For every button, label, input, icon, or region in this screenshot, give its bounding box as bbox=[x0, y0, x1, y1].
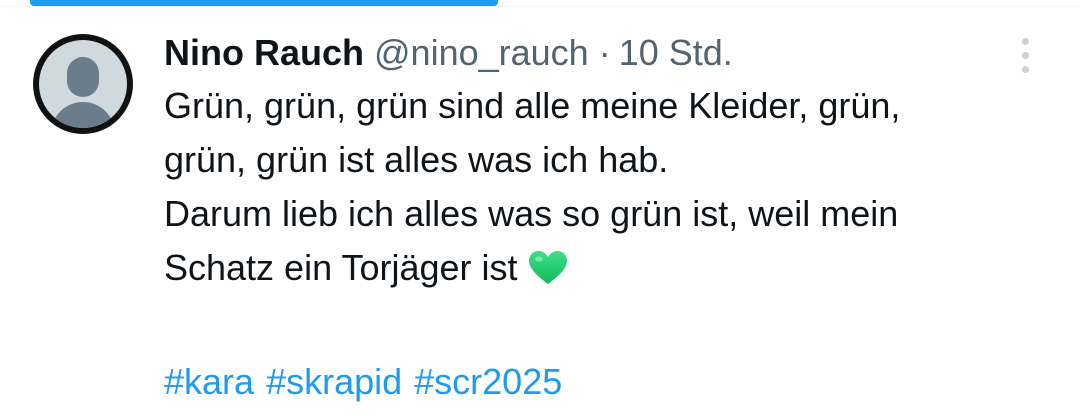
post-text-line: Schatz ein Torjäger ist bbox=[164, 247, 518, 288]
post-text: Grün, grün, grün sind alle meine Kleider… bbox=[164, 79, 1044, 301]
default-profile-icon bbox=[39, 40, 127, 128]
divider bbox=[0, 6, 1080, 7]
post-header: Nino Rauch @nino_rauch · 10 Std. bbox=[164, 28, 1044, 78]
post-time[interactable]: 10 Std. bbox=[619, 28, 733, 78]
green-heart-icon bbox=[528, 247, 568, 301]
avatar-body-shape bbox=[51, 102, 115, 128]
hashtag-link[interactable]: #skrapid bbox=[266, 361, 402, 402]
post-text-line: grün, grün ist alles was ich hab. bbox=[164, 139, 669, 180]
avatar-head-shape bbox=[67, 57, 99, 97]
hashtag-link[interactable]: #scr2025 bbox=[414, 361, 562, 402]
post-text-line-last: Schatz ein Torjäger ist bbox=[164, 241, 1044, 301]
author-display-name[interactable]: Nino Rauch bbox=[164, 28, 364, 78]
hashtag-link[interactable]: #kara bbox=[164, 361, 254, 402]
post-view: Nino Rauch @nino_rauch · 10 Std. Grün, g… bbox=[0, 0, 1080, 419]
hashtag-list: #kara #skrapid #scr2025 bbox=[164, 355, 1044, 409]
author-handle[interactable]: @nino_rauch bbox=[374, 28, 589, 78]
post-text-line: Grün, grün, grün sind alle meine Kleider… bbox=[164, 85, 901, 126]
avatar[interactable] bbox=[33, 34, 133, 134]
separator: · bbox=[598, 32, 611, 73]
post: Nino Rauch @nino_rauch · 10 Std. Grün, g… bbox=[164, 28, 1044, 409]
post-text-line: Darum lieb ich alles was so grün ist, we… bbox=[164, 193, 899, 234]
